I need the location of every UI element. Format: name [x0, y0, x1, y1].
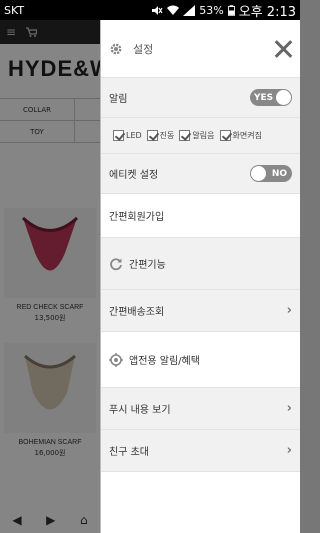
notification-toggle[interactable]: YES: [250, 89, 292, 106]
invite-friend-item[interactable]: 친구 초대 ›: [101, 430, 300, 472]
close-button[interactable]: [274, 40, 292, 58]
settings-drawer: 설정 알림 YES LED 진동 알림음 화면켜짐 에티켓 설정 NO 간편회원…: [100, 20, 300, 533]
simple-join-item[interactable]: 간편회원가입: [101, 194, 300, 238]
simple-function-item[interactable]: 간편기능: [101, 238, 300, 290]
checkbox[interactable]: [146, 130, 158, 141]
invite-friend-label: 친구 초대: [109, 447, 149, 458]
target-icon: [109, 352, 123, 367]
check-label: LED: [126, 131, 142, 140]
chevron-right-icon: ›: [286, 401, 292, 416]
refresh-icon: [110, 257, 122, 270]
carrier-label: SKT: [4, 3, 25, 17]
push-view-label: 푸시 내용 보기: [109, 405, 171, 416]
signal-icon: [183, 4, 196, 16]
wifi-icon: [167, 5, 180, 15]
notification-options: LED 진동 알림음 화면켜짐: [107, 130, 268, 141]
toggle-knob: [251, 166, 266, 181]
gear-icon: [110, 43, 122, 54]
checkbox[interactable]: [179, 130, 191, 141]
drawer-header: 설정: [101, 20, 300, 78]
clock: 오후 2:13: [238, 4, 296, 20]
app-benefits-item[interactable]: 앱전용 알림/혜택: [101, 332, 300, 388]
checkbox[interactable]: [113, 130, 124, 141]
simple-function-label: 간편기능: [129, 260, 166, 271]
check-screen-on[interactable]: 화면켜짐: [219, 130, 262, 141]
drawer-title: 설정: [133, 42, 154, 56]
check-label: 화면켜짐: [232, 131, 262, 140]
push-view-item[interactable]: 푸시 내용 보기 ›: [101, 388, 300, 430]
notification-label: 알림: [109, 94, 128, 105]
check-vibrate[interactable]: 진동: [146, 130, 175, 141]
notification-row: 알림 YES: [101, 78, 300, 118]
etiquette-toggle[interactable]: NO: [250, 165, 292, 182]
simple-join-label: 간편회원가입: [109, 212, 165, 223]
etiquette-row: 에티켓 설정 NO: [101, 154, 300, 194]
battery-icon: [227, 4, 235, 16]
check-label: 진동: [159, 131, 175, 140]
status-icons: 53% 오후 2:13: [151, 1, 296, 20]
simple-delivery-label: 간편배송조회: [109, 307, 165, 318]
chevron-right-icon: ›: [286, 443, 292, 458]
simple-delivery-item[interactable]: 간편배송조회 ›: [101, 290, 300, 332]
notification-options-row: LED 진동 알림음 화면켜짐: [101, 118, 300, 154]
chevron-right-icon: ›: [286, 303, 292, 318]
toggle-knob: [276, 90, 291, 105]
check-sound[interactable]: 알림음: [179, 130, 215, 141]
status-bar: SKT 53% 오후 2:13: [0, 0, 300, 20]
check-led[interactable]: LED: [113, 130, 142, 141]
check-label: 알림음: [192, 131, 215, 140]
toggle-state: YES: [254, 92, 274, 103]
etiquette-label: 에티켓 설정: [109, 170, 159, 181]
toggle-state: NO: [271, 168, 287, 179]
mute-icon: [152, 5, 163, 15]
app-benefits-label: 앱전용 알림/혜택: [129, 356, 200, 367]
battery-percent: 53%: [199, 3, 224, 17]
checkbox[interactable]: [219, 130, 231, 141]
